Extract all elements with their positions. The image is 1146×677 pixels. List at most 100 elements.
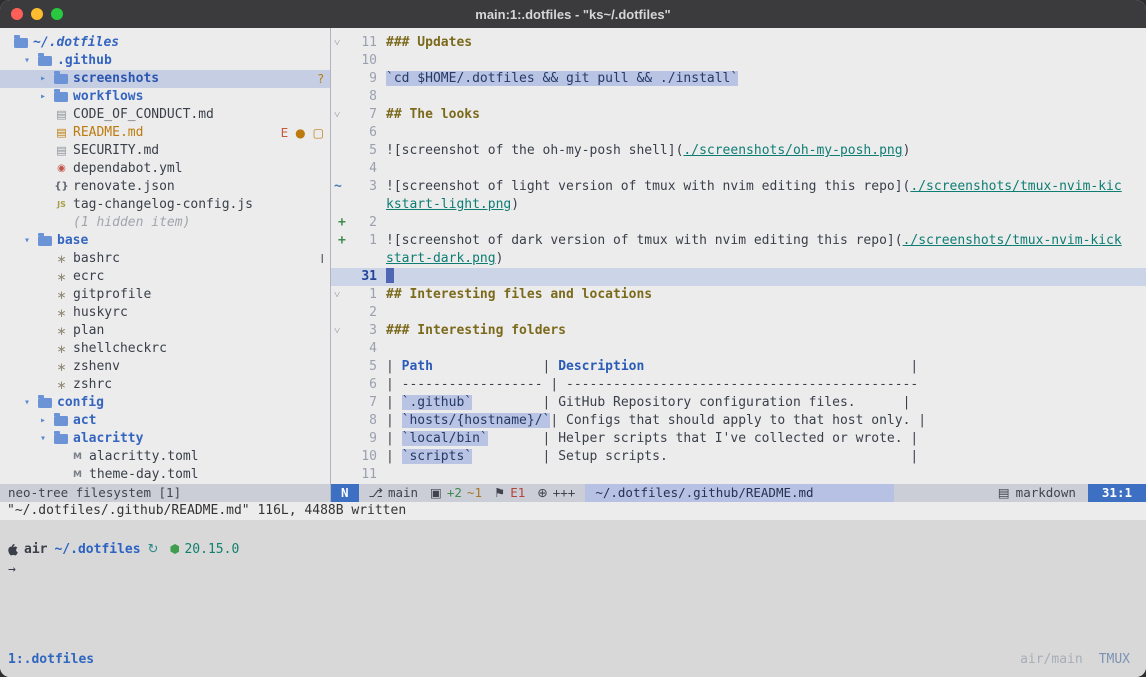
tree-item[interactable]: Mtheme-day.toml (0, 466, 330, 484)
editor-line[interactable]: 2 (331, 304, 1146, 322)
tree-item[interactable]: ▸screenshots? (0, 70, 330, 88)
json-file-icon: {} (54, 178, 69, 196)
tree-item[interactable]: ▾base (0, 232, 330, 250)
shell-pane[interactable]: air ~/.dotfiles ↻ 20.15.0 → 1:.dotfiles … (0, 520, 1146, 677)
tmux-window-tab[interactable]: 1:.dotfiles (8, 652, 94, 667)
minimize-button[interactable] (31, 8, 43, 20)
gutter (331, 448, 347, 466)
editor-line[interactable]: 6 (331, 124, 1146, 142)
syntax-span: ![screenshot of the oh-my-posh shell]( (386, 143, 683, 158)
editor-line[interactable]: +1![screenshot of dark version of tmux w… (331, 232, 1146, 250)
line-text: ![screenshot of the oh-my-posh shell](./… (377, 142, 1146, 160)
tree-item[interactable]: ▤SECURITY.md (0, 142, 330, 160)
line-text (377, 160, 1146, 178)
gutter (331, 376, 347, 394)
tree-item-label: zshenv (73, 358, 120, 376)
filetype-icon: ▤ (998, 484, 1010, 502)
editor-line[interactable]: 5![screenshot of the oh-my-posh shell](.… (331, 142, 1146, 160)
line-number: 6 (347, 124, 377, 142)
editor-line[interactable]: 10 (331, 52, 1146, 70)
editor-line[interactable]: 31 (331, 268, 1146, 286)
line-number: 9 (347, 430, 377, 448)
line-text: kstart-light.png) (377, 196, 1146, 214)
tree-item[interactable]: ∗gitprofile (0, 286, 330, 304)
tree-item[interactable]: ∗plan (0, 322, 330, 340)
cursor-position: 31:1 (1088, 484, 1146, 502)
tree-item-label: gitprofile (73, 286, 151, 304)
line-text (377, 88, 1146, 106)
tree-item[interactable]: Malacritty.toml (0, 448, 330, 466)
editor-line[interactable]: ˅11### Updates (331, 34, 1146, 52)
gutter (331, 394, 347, 412)
tree-item[interactable]: ▾config (0, 394, 330, 412)
editor-line[interactable]: 9`cd $HOME/.dotfiles && git pull && ./in… (331, 70, 1146, 88)
editor-line[interactable]: start-dark.png) (331, 250, 1146, 268)
git-sign: + (331, 214, 347, 232)
filetype: markdown (1016, 484, 1076, 502)
tree-item[interactable]: ∗huskyrc (0, 304, 330, 322)
line-text: | `scripts` | Setup scripts. | (377, 448, 1146, 466)
tree-item[interactable]: ◉dependabot.yml (0, 160, 330, 178)
tree-item[interactable]: ∗zshenv (0, 358, 330, 376)
line-number: 5 (347, 142, 377, 160)
line-text: ![screenshot of dark version of tmux wit… (377, 232, 1146, 250)
neotree-statusline-text: neo-tree filesystem [1] (8, 485, 181, 500)
tree-item[interactable]: (1 hidden item) (0, 214, 330, 232)
tree-item[interactable]: ∗shellcheckrc (0, 340, 330, 358)
chevron-down-icon[interactable]: ▾ (24, 52, 38, 70)
tree-item-label: alacritty (73, 430, 143, 448)
tree-item[interactable]: ∗zshrc (0, 376, 330, 394)
chevron-right-icon[interactable]: ▸ (40, 88, 54, 106)
tree-item[interactable]: {}renovate.json (0, 178, 330, 196)
chevron-right-icon[interactable]: ▸ (40, 412, 54, 430)
gutter (331, 466, 347, 484)
chevron-down-icon[interactable]: ▾ (40, 430, 54, 448)
line-number: 11 (347, 466, 377, 484)
tree-item[interactable]: ▸act (0, 412, 330, 430)
editor-lines[interactable]: ˅11### Updates109`cd $HOME/.dotfiles && … (331, 28, 1146, 484)
tree-item[interactable]: ∗ecrc (0, 268, 330, 286)
close-button[interactable] (11, 8, 23, 20)
editor-line[interactable]: ˅3### Interesting folders (331, 322, 1146, 340)
diff-added: +2 (447, 484, 462, 502)
prompt-cwd: ~/.dotfiles (54, 542, 140, 557)
gutter (331, 88, 347, 106)
tree-item[interactable]: ∗bashrcI (0, 250, 330, 268)
editor-line[interactable]: 7| `.github` | GitHub Repository configu… (331, 394, 1146, 412)
syntax-span: ./screenshots/oh-my-posh.png (683, 143, 902, 158)
editor-line[interactable]: 8| `hosts/{hostname}/`| Configs that sho… (331, 412, 1146, 430)
tree-item-label: zshrc (73, 376, 112, 394)
editor-line[interactable]: 4 (331, 160, 1146, 178)
folder-icon (54, 416, 68, 426)
syntax-span: kstart-light.png (386, 197, 511, 212)
editor-line[interactable]: ˅1## Interesting files and locations (331, 286, 1146, 304)
chevron-right-icon[interactable]: ▸ (40, 70, 54, 88)
md-file-icon: ▤ (54, 124, 69, 142)
tree-item[interactable]: JStag-changelog-config.js (0, 196, 330, 214)
tree-item[interactable]: ▤CODE_OF_CONDUCT.md (0, 106, 330, 124)
editor-line[interactable]: kstart-light.png) (331, 196, 1146, 214)
neotree-items: ~/.dotfiles▾.github▸screenshots?▸workflo… (0, 28, 330, 484)
tree-item[interactable]: ▸workflows (0, 88, 330, 106)
tree-item[interactable]: ~/.dotfiles (0, 34, 330, 52)
zoom-button[interactable] (51, 8, 63, 20)
tree-item[interactable]: ▾.github (0, 52, 330, 70)
line-text: `cd $HOME/.dotfiles && git pull && ./ins… (377, 70, 1146, 88)
line-text: ## The looks (377, 106, 1146, 124)
tree-item[interactable]: ▤README.mdE●▢ (0, 124, 330, 142)
editor-line[interactable]: +2 (331, 214, 1146, 232)
syntax-span: ) (511, 197, 519, 212)
editor-line[interactable]: ~3![screenshot of light version of tmux … (331, 178, 1146, 196)
tree-item-label: CODE_OF_CONDUCT.md (73, 106, 214, 124)
editor-line[interactable]: 9| `local/bin` | Helper scripts that I'v… (331, 430, 1146, 448)
editor-line[interactable]: 6| ------------------ | ----------------… (331, 376, 1146, 394)
editor-line[interactable]: 8 (331, 88, 1146, 106)
editor-line[interactable]: 11 (331, 466, 1146, 484)
editor-line[interactable]: 10| `scripts` | Setup scripts. | (331, 448, 1146, 466)
tree-item[interactable]: ▾ alacritty (0, 430, 330, 448)
editor-line[interactable]: 4 (331, 340, 1146, 358)
chevron-down-icon[interactable]: ▾ (24, 232, 38, 250)
editor-line[interactable]: ˅7## The looks (331, 106, 1146, 124)
editor-line[interactable]: 5| Path | Description | (331, 358, 1146, 376)
chevron-down-icon[interactable]: ▾ (24, 394, 38, 412)
